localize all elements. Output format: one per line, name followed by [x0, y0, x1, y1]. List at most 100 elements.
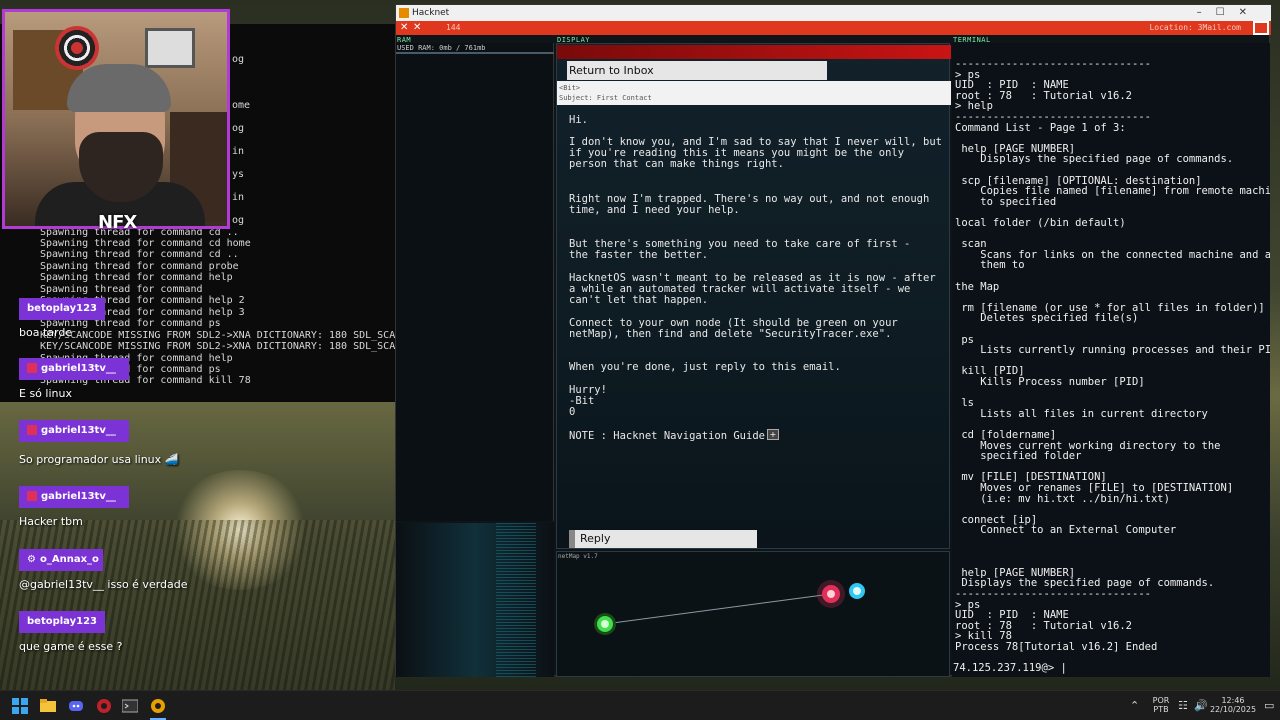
streamer-beanie: [67, 64, 171, 112]
console-line: Spawning thread for command cd ..: [40, 249, 239, 260]
chat-username[interactable]: gabriel13tv__: [19, 486, 129, 508]
ram-visualizer: [396, 523, 554, 677]
attachment-plus-button[interactable]: +: [767, 429, 779, 440]
ram-bar: [396, 52, 554, 54]
email-paragraph: NOTE : Hacknet Navigation Guide: [569, 430, 765, 442]
console-line: in: [232, 146, 245, 157]
display-panel: Return to Inbox <Bit> Subject: First Con…: [556, 43, 951, 549]
chat-username[interactable]: ⚙ o_Annax_o: [19, 549, 103, 571]
chat-username-text: betoplay123: [27, 616, 98, 627]
terminal-line: -------------------------------: [955, 588, 1151, 600]
volume-icon[interactable]: 🔊: [1194, 699, 1208, 712]
home-node-icon[interactable]: [594, 613, 616, 635]
window-title: Hacknet: [412, 8, 450, 18]
terminal-panel[interactable]: 74.125.237.119@> | ---------------------…: [952, 43, 1270, 677]
clock-date: 22/10/2025: [1209, 705, 1257, 714]
console-line: og: [232, 123, 245, 134]
chat-message: E só linux: [19, 387, 72, 400]
chat-message: Hacker tbm: [19, 515, 83, 528]
window-controls[interactable]: –☐✕: [1197, 5, 1261, 21]
chat-username-text: gabriel13tv__: [41, 425, 116, 436]
console-line: og: [232, 54, 245, 65]
terminal-line: Lists currently running processes and th…: [955, 344, 1270, 357]
network-icon[interactable]: ☷: [1178, 699, 1188, 712]
chat-username[interactable]: betoplay123: [19, 611, 105, 633]
terminal-line: (i.e: mv hi.txt ../bin/hi.txt): [955, 492, 1170, 505]
reply-label: Reply: [580, 532, 611, 545]
terminal-line: Command List - Page 1 of 3:: [955, 121, 1126, 134]
clock[interactable]: 12:46 22/10/2025: [1208, 696, 1258, 714]
netmap-graph: [594, 580, 865, 635]
console-line: og: [232, 215, 245, 226]
language-code: POR: [1152, 696, 1170, 705]
chat-message: boa tarde: [19, 326, 73, 339]
email-header: <Bit> Subject: First Contact: [557, 81, 951, 105]
console-line: in: [232, 192, 245, 203]
window-titlebar[interactable]: Hacknet –☐✕: [396, 5, 1271, 21]
terminal-line: Displays the specified page of commands.: [955, 153, 1234, 166]
maximize-icon[interactable]: ☐: [1216, 7, 1239, 18]
chat-username[interactable]: gabriel13tv__: [19, 420, 129, 442]
tray-chevron-up-icon[interactable]: ⌃: [1130, 699, 1139, 712]
hacknet-app-icon: [399, 8, 409, 18]
gift-badge-icon: [27, 425, 37, 435]
display-red-strip: [557, 45, 951, 59]
file-explorer-icon[interactable]: [40, 698, 56, 714]
email-paragraph: Hi.: [569, 114, 588, 126]
notification-icon[interactable]: ▭: [1264, 699, 1274, 712]
reply-button-marker: [569, 530, 575, 548]
console-line: ome: [232, 100, 251, 111]
terminal-prompt[interactable]: 74.125.237.119@> |: [953, 663, 1067, 674]
dartboard: [55, 26, 99, 70]
nfx-logo: NFX: [98, 212, 137, 233]
discord-icon[interactable]: [68, 698, 84, 714]
reply-button[interactable]: Reply: [569, 530, 757, 548]
ram-panel: USED RAM: 0mb / 761mb: [396, 43, 554, 521]
connected-node-icon[interactable]: [817, 580, 845, 608]
terminal-line: Deletes specified file(s): [955, 312, 1139, 325]
ram-wave: [496, 523, 536, 677]
chat-username[interactable]: betoplay123: [19, 298, 105, 320]
email-paragraph: When you're done, just reply to this ema…: [569, 361, 841, 373]
netmap-panel: netMap v1.7: [556, 551, 950, 677]
grass-texture: [0, 520, 395, 690]
chat-username-text: gabriel13tv__: [41, 491, 116, 502]
taskbar: ⌃ POR PTB ☷ 🔊 12:46 22/10/2025 ▭: [0, 690, 1280, 720]
remote-node-icon[interactable]: [849, 583, 865, 599]
hacknet-top-bar: ✕ ✕ 144 Location: 3Mail.com: [396, 21, 1271, 35]
gear-badge-icon: ⚙: [27, 554, 36, 565]
minimize-icon[interactable]: –: [1197, 7, 1216, 18]
red-bar-number: 144: [446, 23, 461, 32]
terminal-line: local folder (/bin default): [955, 217, 1126, 229]
chat-message: @gabriel13tv__ isso é verdade: [19, 578, 188, 591]
webcam-overlay: [2, 9, 230, 229]
terminal-line: specified folder: [955, 450, 1082, 463]
netmap-link: [604, 593, 832, 625]
chat-username-text: betoplay123: [27, 303, 98, 314]
chat-username[interactable]: gabriel13tv__: [19, 358, 129, 380]
console-line: Spawning thread for command cd home: [40, 238, 251, 249]
windows-start-icon[interactable]: [12, 698, 28, 714]
hacknet-window: Hacknet –☐✕ ✕ ✕ 144 Location: 3Mail.com …: [395, 4, 1271, 677]
terminal-app-icon[interactable]: [122, 698, 138, 714]
email-paragraph: Right now I'm trapped. There's no way ou…: [569, 193, 930, 216]
email-from: <Bit>: [559, 84, 581, 92]
gift-badge-icon: [27, 491, 37, 501]
language-indicator[interactable]: POR PTB: [1150, 696, 1172, 714]
exit-icon[interactable]: ✕: [400, 22, 408, 33]
close-icon[interactable]: ✕: [1239, 7, 1261, 18]
location-label: Location: 3Mail.com: [1149, 23, 1241, 32]
console-line: Spawning thread for command probe: [40, 261, 239, 272]
console-line: KEY/SCANCODE MISSING FROM SDL2->XNA DICT…: [40, 341, 396, 352]
return-to-inbox-button[interactable]: Return to Inbox: [567, 61, 827, 80]
console-line: ys: [232, 169, 245, 180]
corner-box-icon[interactable]: [1253, 21, 1269, 35]
email-subject: Subject: First Contact: [559, 94, 652, 102]
obs-red-icon[interactable]: [96, 698, 112, 714]
exit-alt-icon[interactable]: ✕: [413, 22, 421, 33]
hacknet-taskbar-icon[interactable]: [150, 698, 166, 714]
terminal-line: Lists all files in current directory: [955, 407, 1208, 420]
ram-usage: USED RAM: 0mb / 761mb: [397, 44, 486, 52]
email-paragraph: But there's something you need to take c…: [569, 238, 911, 261]
wall-frame: [145, 28, 195, 68]
